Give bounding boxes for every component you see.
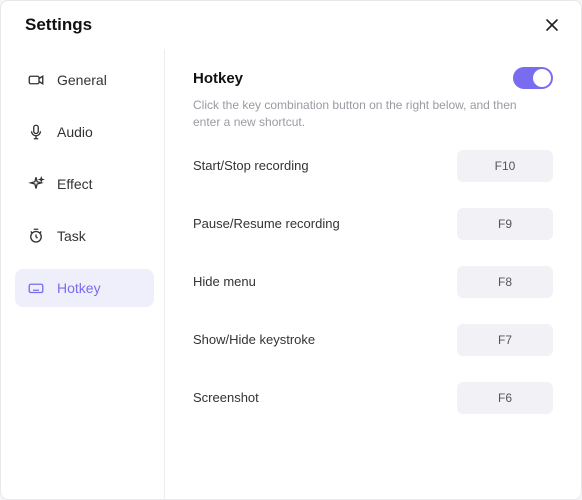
sparkle-icon (27, 175, 45, 193)
window-title: Settings (25, 15, 92, 35)
close-icon (545, 18, 559, 32)
sidebar-item-general[interactable]: General (15, 61, 154, 99)
hotkey-row: Screenshot F6 (193, 382, 553, 414)
sidebar-item-audio[interactable]: Audio (15, 113, 154, 151)
sidebar-item-label: Effect (57, 176, 93, 192)
hotkey-label: Start/Stop recording (193, 158, 309, 173)
hotkey-list: Start/Stop recording F10 Pause/Resume re… (193, 150, 553, 414)
sidebar-item-label: Task (57, 228, 86, 244)
sidebar-item-label: General (57, 72, 107, 88)
hotkey-label: Show/Hide keystroke (193, 332, 315, 347)
sidebar-item-hotkey[interactable]: Hotkey (15, 269, 154, 307)
hotkey-button-hide-menu[interactable]: F8 (457, 266, 553, 298)
sidebar-item-label: Hotkey (57, 280, 101, 296)
sidebar-item-effect[interactable]: Effect (15, 165, 154, 203)
section-title: Hotkey (193, 70, 243, 87)
hotkey-button-pause-resume[interactable]: F9 (457, 208, 553, 240)
toggle-knob (533, 69, 551, 87)
hotkey-button-screenshot[interactable]: F6 (457, 382, 553, 414)
sidebar-item-label: Audio (57, 124, 93, 140)
keyboard-icon (27, 279, 45, 297)
sidebar-item-task[interactable]: Task (15, 217, 154, 255)
camera-icon (27, 71, 45, 89)
hotkey-row: Hide menu F8 (193, 266, 553, 298)
window-body: General Audio Effect (1, 49, 581, 499)
hotkey-row: Start/Stop recording F10 (193, 150, 553, 182)
hotkey-toggle[interactable] (513, 67, 553, 89)
hotkey-label: Screenshot (193, 390, 259, 405)
section-header: Hotkey (193, 67, 553, 89)
settings-window: Settings General (0, 0, 582, 500)
clock-icon (27, 227, 45, 245)
titlebar: Settings (1, 1, 581, 49)
hotkey-label: Pause/Resume recording (193, 216, 340, 231)
hotkey-row: Pause/Resume recording F9 (193, 208, 553, 240)
content-panel: Hotkey Click the key combination button … (165, 49, 581, 499)
hotkey-label: Hide menu (193, 274, 256, 289)
microphone-icon (27, 123, 45, 141)
section-description: Click the key combination button on the … (193, 97, 543, 132)
hotkey-button-show-hide-keystroke[interactable]: F7 (457, 324, 553, 356)
close-button[interactable] (543, 16, 561, 34)
hotkey-row: Show/Hide keystroke F7 (193, 324, 553, 356)
sidebar: General Audio Effect (1, 49, 165, 499)
hotkey-button-start-stop[interactable]: F10 (457, 150, 553, 182)
